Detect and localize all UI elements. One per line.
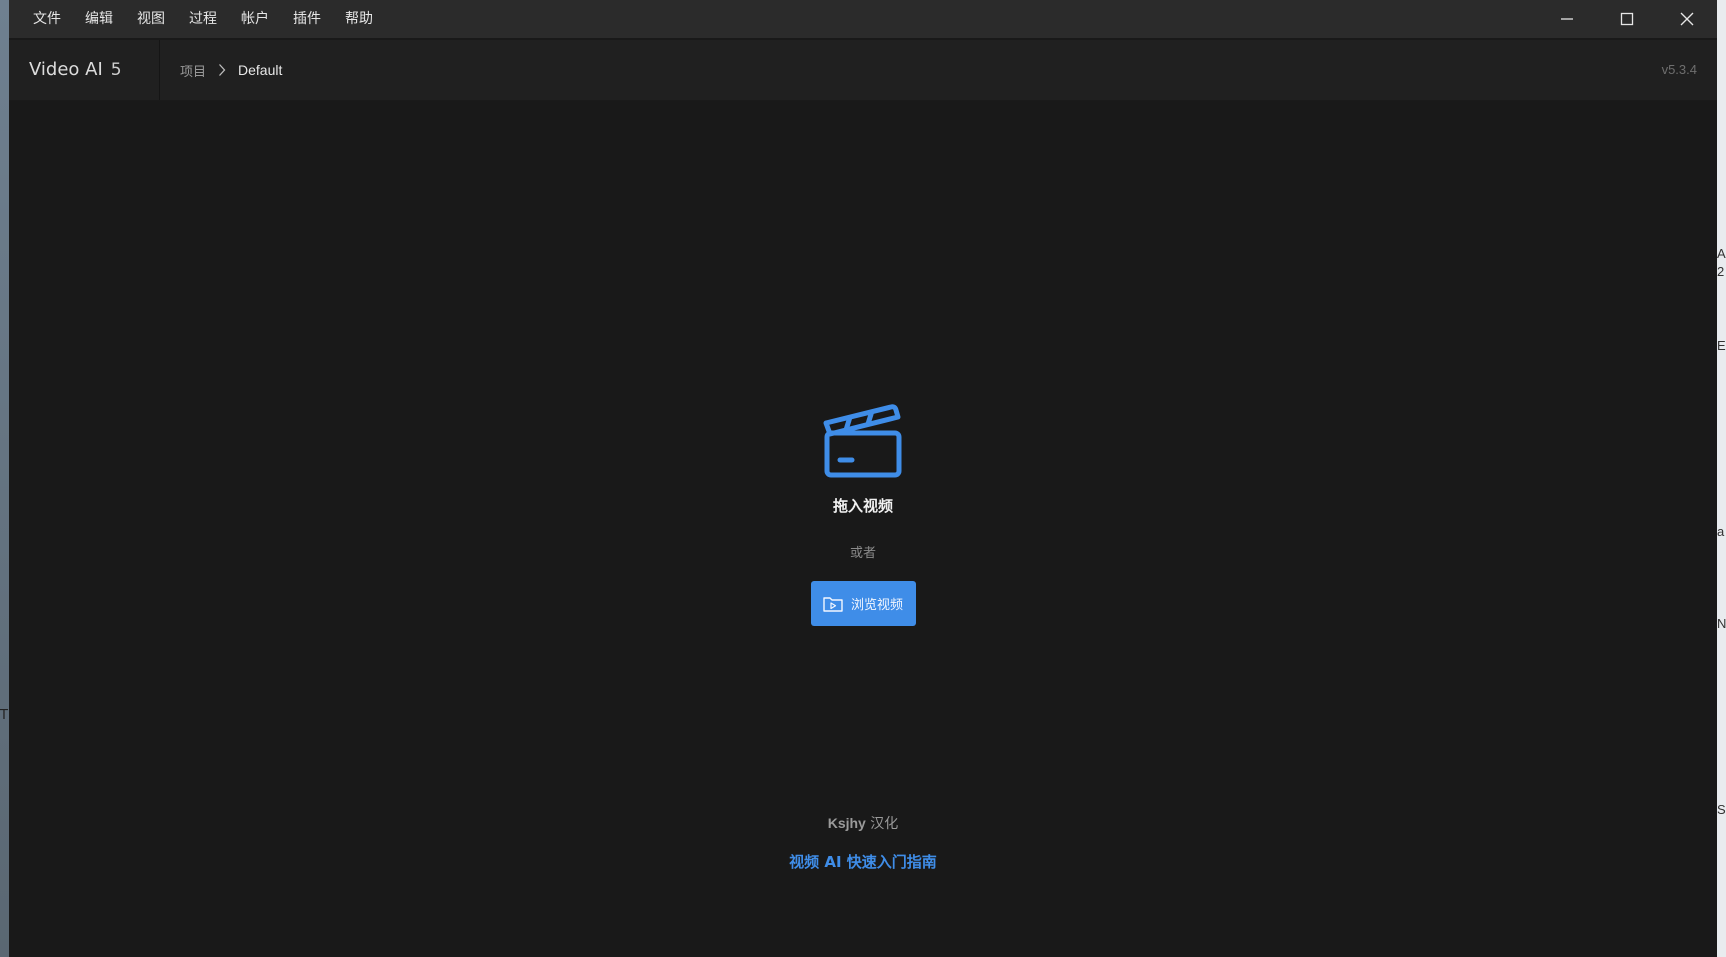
quick-start-guide-link[interactable]: 视频 AI 快速入门指南 <box>9 851 1717 872</box>
minimize-icon <box>1561 18 1573 20</box>
desktop-text-fragment: a <box>1717 524 1725 539</box>
menu-items: 文件 编辑 视图 过程 帐户 插件 帮助 <box>21 0 385 38</box>
folder-video-icon <box>823 596 843 612</box>
browse-video-button[interactable]: 浏览视频 <box>810 581 916 626</box>
menu-file[interactable]: 文件 <box>21 0 73 38</box>
menu-edit[interactable]: 编辑 <box>73 0 125 38</box>
video-drop-zone[interactable]: 拖入视频 或者 浏览视频 <box>9 401 1717 626</box>
breadcrumb: 项目 Default <box>180 40 282 100</box>
or-label: 或者 <box>849 546 876 561</box>
close-icon <box>1680 12 1694 26</box>
desktop-text-fragment: E <box>1717 338 1726 353</box>
drop-video-label: 拖入视频 <box>832 497 893 515</box>
clapperboard-icon <box>823 404 902 478</box>
window-controls <box>1537 0 1717 38</box>
app-name: Video AI <box>29 59 103 80</box>
app-major-version: 5 <box>110 60 122 80</box>
breadcrumb-current-project[interactable]: Default <box>238 62 282 78</box>
header-divider <box>159 40 160 100</box>
menu-view[interactable]: 视图 <box>125 0 177 38</box>
browse-video-label: 浏览视频 <box>850 598 903 613</box>
menu-plugins[interactable]: 插件 <box>281 0 333 38</box>
desktop-text-fragment: S <box>1717 802 1726 817</box>
app-title: Video AI 5 <box>29 40 122 100</box>
desktop-text-fragment: T <box>0 708 8 723</box>
app-window: 文件 编辑 视图 过程 帐户 插件 帮助 Video AI 5 项目 Defau… <box>9 0 1717 957</box>
minimize-button[interactable] <box>1537 0 1597 38</box>
main-content: 拖入视频 或者 浏览视频 Ksjhy 汉化 视频 AI 快速入门指南 <box>9 101 1717 957</box>
credit-name: Ksjhy <box>827 815 866 831</box>
desktop-text-fragment: N <box>1717 616 1726 631</box>
chevron-right-icon <box>218 63 226 77</box>
desktop-background-right: A 2 E a N S <box>1717 0 1726 957</box>
menu-help[interactable]: 帮助 <box>333 0 385 38</box>
menu-bar: 文件 编辑 视图 过程 帐户 插件 帮助 <box>9 0 1717 38</box>
menu-account[interactable]: 帐户 <box>229 0 281 38</box>
app-version: v5.3.4 <box>1661 62 1697 77</box>
localization-credit: Ksjhy 汉化 <box>9 813 1717 833</box>
credit-suffix: 汉化 <box>870 816 899 832</box>
maximize-button[interactable] <box>1597 0 1657 38</box>
close-button[interactable] <box>1657 0 1717 38</box>
desktop-text-fragment: 2 <box>1717 264 1725 279</box>
desktop-text-fragment: A <box>1717 246 1726 261</box>
menu-process[interactable]: 过程 <box>177 0 229 38</box>
breadcrumb-projects[interactable]: 项目 <box>180 61 206 80</box>
app-header: Video AI 5 项目 Default v5.3.4 <box>9 40 1717 101</box>
maximize-icon <box>1620 12 1634 26</box>
desktop-background-left: T <box>0 0 9 957</box>
